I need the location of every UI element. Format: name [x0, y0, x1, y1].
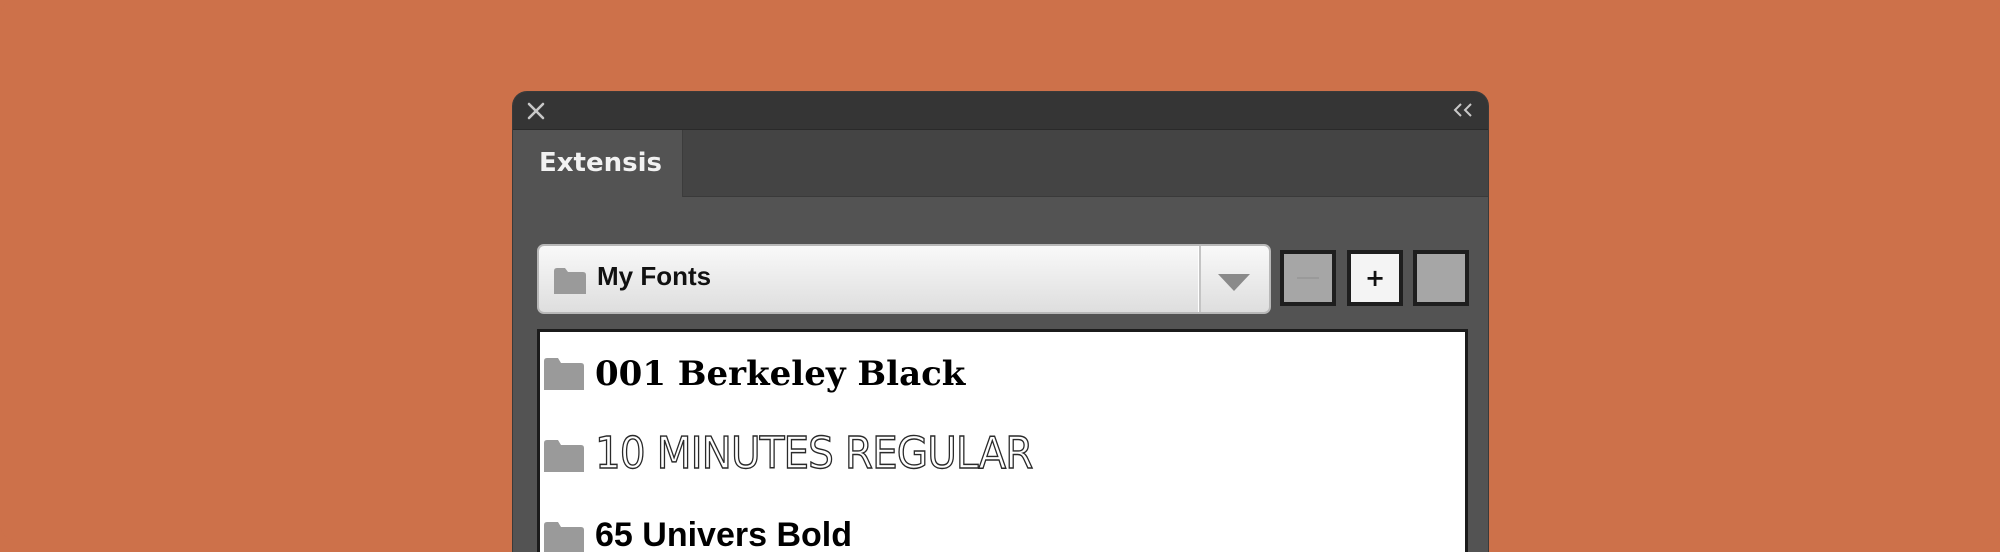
list-item[interactable]: 001 Berkeley Black: [540, 332, 1465, 414]
list-item[interactable]: 10 MINUTES REGULAR: [540, 414, 1465, 496]
extensis-panel: Extensis My Fonts + 001 Berkeley Black 1…: [513, 92, 1488, 552]
folder-icon: [544, 358, 584, 390]
font-name: 001 Berkeley Black: [595, 354, 966, 394]
panel-titlebar: [513, 92, 1488, 130]
tab-label: Extensis: [539, 148, 662, 178]
close-icon[interactable]: [525, 100, 547, 122]
remove-button[interactable]: [1280, 250, 1336, 306]
double-chevron-left-icon[interactable]: [1450, 100, 1476, 120]
folder-icon: [544, 440, 584, 472]
options-button[interactable]: [1413, 250, 1469, 306]
list-item[interactable]: 65 Univers Bold: [540, 496, 1465, 552]
caret-down-icon[interactable]: [1218, 274, 1250, 291]
add-button[interactable]: +: [1347, 250, 1403, 306]
minus-icon: [1297, 277, 1319, 279]
dropdown-selected-value: My Fonts: [597, 261, 712, 291]
dropdown-divider: [1198, 246, 1201, 312]
tab-strip: Extensis: [513, 130, 1488, 197]
font-list: 001 Berkeley Black 10 MINUTES REGULAR 65…: [537, 329, 1468, 552]
folder-icon: [554, 268, 586, 294]
font-name: 65 Univers Bold: [595, 516, 852, 552]
font-name: 10 MINUTES REGULAR: [594, 427, 1034, 479]
plus-icon: +: [1364, 264, 1386, 292]
folder-icon: [544, 522, 584, 552]
tab-extensis[interactable]: Extensis: [513, 130, 683, 197]
font-set-dropdown[interactable]: My Fonts: [537, 244, 1271, 314]
